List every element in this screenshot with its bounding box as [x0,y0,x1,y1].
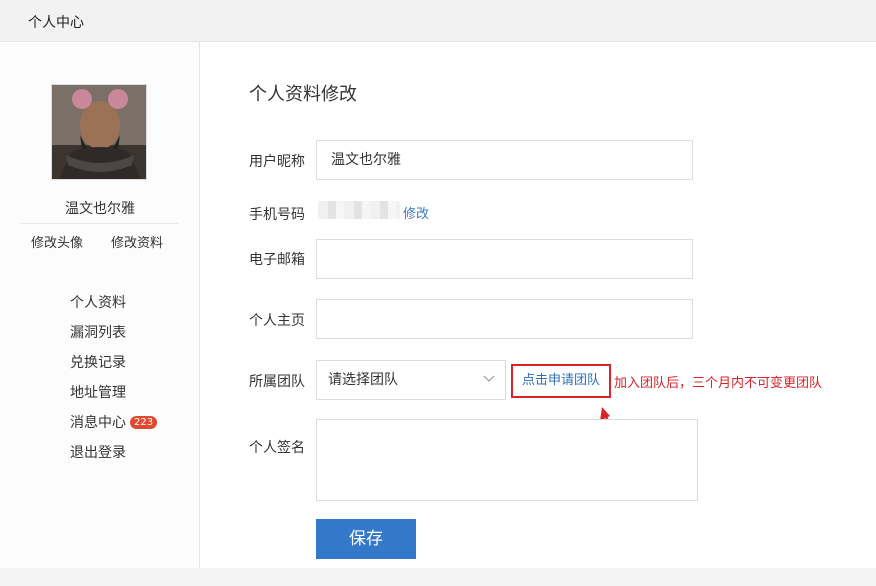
main-content: 个人资料修改 用户昵称 温文也尔雅 手机号码 修改 电子邮箱 个人主页 所属团队… [201,42,876,568]
phone-label: 手机号码 [249,207,305,223]
team-notice: 加入团队后，三个月内不可变更团队 [614,376,823,391]
homepage-label: 个人主页 [249,313,305,329]
bottom-strip [0,568,876,586]
sidebar-item-profile[interactable]: 个人资料 [70,293,157,323]
username: 温文也尔雅 [65,201,135,217]
email-input[interactable] [316,239,693,279]
team-label: 所属团队 [249,374,305,390]
signature-label: 个人签名 [249,440,305,456]
email-label: 电子邮箱 [249,252,305,268]
sidebar-divider [20,223,178,224]
sidebar: 温文也尔雅 修改头像 修改资料 个人资料 漏洞列表 兑换记录 地址管理 消息中心… [0,42,200,568]
save-button[interactable]: 保存 [316,519,416,559]
chevron-down-icon [483,375,495,382]
sidebar-item-logout[interactable]: 退出登录 [70,443,157,473]
nickname-input[interactable]: 温文也尔雅 [316,140,693,180]
top-bar: 个人中心 [0,0,876,42]
team-select-value: 请选择团队 [328,372,398,388]
sidebar-item-redemption-records[interactable]: 兑换记录 [70,353,157,383]
sidebar-item-address-management[interactable]: 地址管理 [70,383,157,413]
team-select[interactable]: 请选择团队 [316,360,506,400]
sidebar-item-messages-label: 消息中心 [70,415,126,431]
phone-number-masked [318,201,400,219]
form-heading: 个人资料修改 [249,84,357,105]
signature-textarea[interactable] [316,419,698,501]
homepage-input[interactable] [316,299,693,339]
edit-avatar-link[interactable]: 修改头像 [31,232,83,251]
avatar-image [52,85,146,179]
apply-team-button[interactable]: 点击申请团队 [511,364,611,398]
message-count-badge: 223 [130,416,158,429]
edit-phone-link[interactable]: 修改 [403,203,429,222]
edit-profile-link[interactable]: 修改资料 [111,232,163,251]
sidebar-item-messages[interactable]: 消息中心 223 [70,413,158,443]
avatar [51,84,147,180]
page-header-title: 个人中心 [28,15,84,31]
sidebar-item-vulnerabilities[interactable]: 漏洞列表 [70,323,157,353]
sidebar-menu: 个人资料 漏洞列表 兑换记录 地址管理 消息中心 223 退出登录 [70,293,158,473]
nickname-label: 用户昵称 [249,154,305,170]
